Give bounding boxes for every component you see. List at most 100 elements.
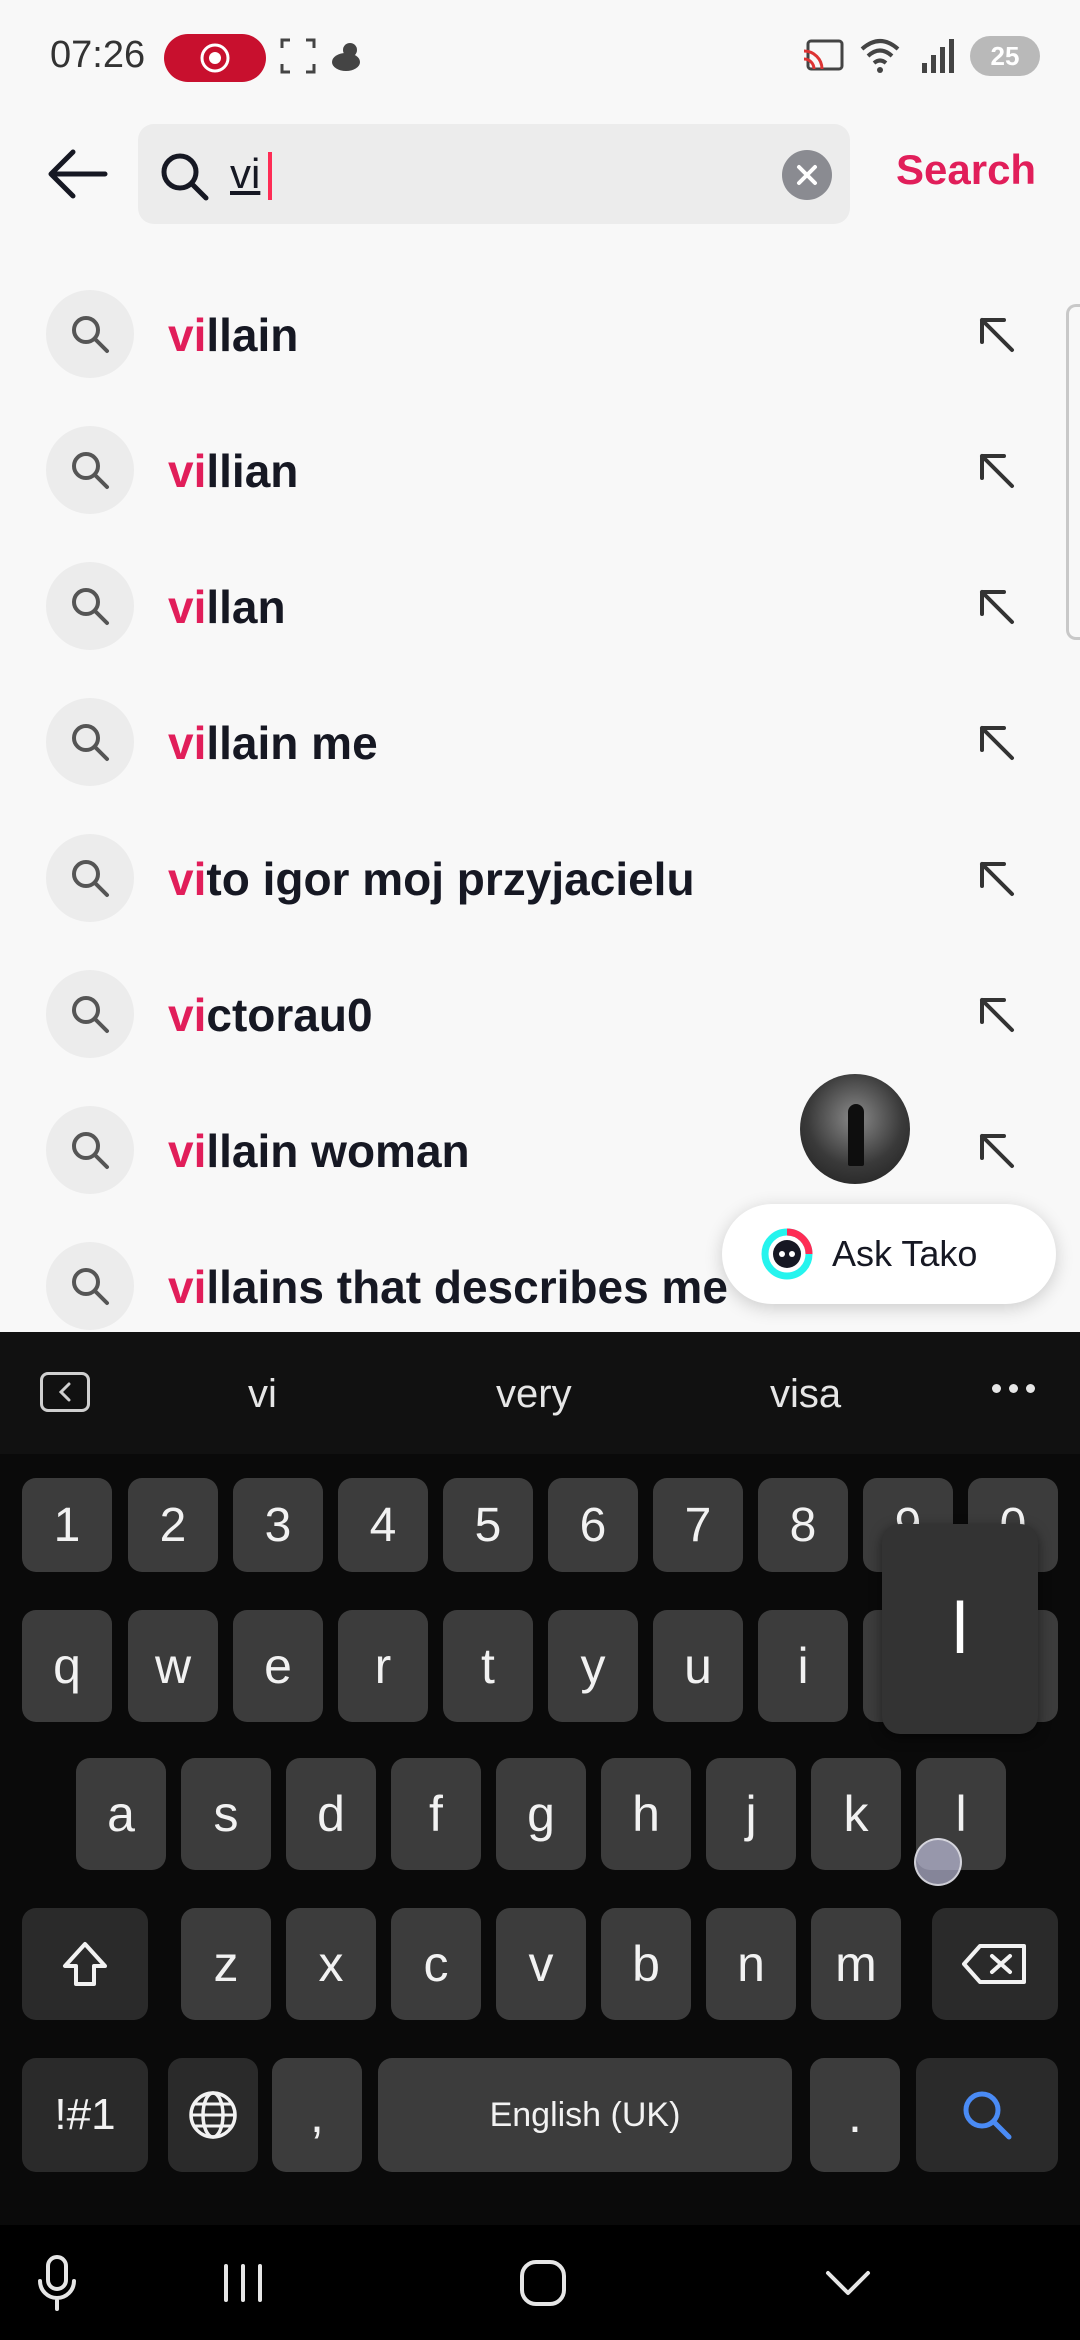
arrow-up-left-icon xyxy=(980,862,1014,896)
voice-input-button[interactable] xyxy=(32,2255,82,2311)
arrow-up-left-icon xyxy=(980,590,1014,624)
key-i[interactable]: i xyxy=(758,1610,848,1722)
key-u[interactable]: u xyxy=(653,1610,743,1722)
key-8[interactable]: 8 xyxy=(758,1478,848,1572)
fill-query-button[interactable] xyxy=(966,576,1026,636)
key-x[interactable]: x xyxy=(286,1908,376,2020)
key-y[interactable]: y xyxy=(548,1610,638,1722)
status-icons-left xyxy=(280,36,370,81)
key-e[interactable]: e xyxy=(233,1610,323,1722)
back-button[interactable] xyxy=(42,144,112,204)
key-z[interactable]: z xyxy=(181,1908,271,2020)
key-v[interactable]: v xyxy=(496,1908,586,2020)
search-box[interactable] xyxy=(138,124,850,224)
search-icon xyxy=(161,153,209,201)
key-d[interactable]: d xyxy=(286,1758,376,1870)
suggestion-item[interactable]: vito igor moj przyjacielu xyxy=(0,812,1080,948)
key-f[interactable]: f xyxy=(391,1758,481,1870)
recent-apps-icon xyxy=(224,2264,262,2302)
fill-query-button[interactable] xyxy=(966,1120,1026,1180)
suggestion-text: villian xyxy=(168,445,299,497)
suggestion-item[interactable]: villan xyxy=(0,540,1080,676)
search-icon xyxy=(46,970,134,1058)
search-icon xyxy=(963,2091,1012,2140)
key-a[interactable]: a xyxy=(76,1758,166,1870)
status-bar: 07:26 25 xyxy=(0,0,1080,116)
microphone-icon xyxy=(38,2255,76,2311)
floating-video-thumbnail[interactable] xyxy=(800,1074,910,1184)
keyboard-suggestion[interactable]: visa xyxy=(770,1372,841,1417)
fill-query-button[interactable] xyxy=(966,440,1026,500)
screen-record-indicator[interactable] xyxy=(164,34,266,82)
period-key[interactable]: . xyxy=(810,2058,900,2172)
keyboard-suggestion[interactable]: vi xyxy=(248,1372,277,1417)
suggestion-text: vito igor moj przyjacielu xyxy=(168,853,695,905)
arrow-up-left-icon xyxy=(980,454,1014,488)
key-q[interactable]: q xyxy=(22,1610,112,1722)
search-header: Search xyxy=(0,116,1080,232)
key-c[interactable]: c xyxy=(391,1908,481,2020)
suggestion-item[interactable]: villain me xyxy=(0,676,1080,812)
shift-icon xyxy=(63,1942,107,1986)
ask-tako-button[interactable]: Ask Tako xyxy=(722,1204,1056,1304)
key-g[interactable]: g xyxy=(496,1758,586,1870)
chevron-left-icon xyxy=(58,1382,71,1402)
screen-record-icon xyxy=(200,43,230,73)
weather-icon xyxy=(332,43,360,71)
key-3[interactable]: 3 xyxy=(233,1478,323,1572)
search-icon xyxy=(46,426,134,514)
clear-search-button[interactable] xyxy=(782,150,832,200)
fill-query-button[interactable] xyxy=(966,984,1026,1044)
symbols-key[interactable]: !#1 xyxy=(22,2058,148,2172)
keyboard-collapse-button[interactable] xyxy=(40,1372,90,1412)
language-key[interactable] xyxy=(168,2058,258,2172)
suggestion-list: villain villian villan villain me vito i… xyxy=(0,268,1080,1356)
search-icon xyxy=(46,1106,134,1194)
key-5[interactable]: 5 xyxy=(443,1478,533,1572)
recent-apps-button[interactable] xyxy=(218,2255,268,2311)
screenshot-icon xyxy=(280,38,316,74)
search-icon xyxy=(46,1242,134,1330)
key-s[interactable]: s xyxy=(181,1758,271,1870)
suggestion-item[interactable]: villain woman xyxy=(0,1084,1080,1220)
search-icon xyxy=(46,834,134,922)
search-icon xyxy=(46,698,134,786)
search-submit-button[interactable]: Search xyxy=(896,146,1036,194)
key-b[interactable]: b xyxy=(601,1908,691,2020)
key-h[interactable]: h xyxy=(601,1758,691,1870)
suggestion-text: villain woman xyxy=(168,1125,470,1177)
fill-query-button[interactable] xyxy=(966,848,1026,908)
key-6[interactable]: 6 xyxy=(548,1478,638,1572)
key-m[interactable]: m xyxy=(811,1908,901,2020)
backspace-key[interactable] xyxy=(932,1908,1058,2020)
key-n[interactable]: n xyxy=(706,1908,796,2020)
key-7[interactable]: 7 xyxy=(653,1478,743,1572)
space-key[interactable]: English (UK) xyxy=(378,2058,792,2172)
key-4[interactable]: 4 xyxy=(338,1478,428,1572)
key-2[interactable]: 2 xyxy=(128,1478,218,1572)
key-w[interactable]: w xyxy=(128,1610,218,1722)
search-key[interactable] xyxy=(916,2058,1058,2172)
text-caret xyxy=(268,152,272,200)
tako-logo-icon xyxy=(761,1228,813,1280)
key-r[interactable]: r xyxy=(338,1610,428,1722)
keyboard-suggestion[interactable]: very xyxy=(496,1372,572,1417)
suggestion-item[interactable]: villian xyxy=(0,404,1080,540)
home-button[interactable] xyxy=(518,2255,568,2311)
suggestion-item[interactable]: victorau0 xyxy=(0,948,1080,1084)
key-j[interactable]: j xyxy=(706,1758,796,1870)
key-k[interactable]: k xyxy=(811,1758,901,1870)
more-options-icon[interactable] xyxy=(992,1384,1035,1393)
comma-key[interactable]: , xyxy=(272,2058,362,2172)
shift-key[interactable] xyxy=(22,1908,148,2020)
close-icon xyxy=(797,165,817,185)
suggestion-item[interactable]: villain xyxy=(0,268,1080,404)
search-input[interactable] xyxy=(230,142,750,206)
arrow-up-left-icon xyxy=(980,318,1014,352)
key-1[interactable]: 1 xyxy=(22,1478,112,1572)
key-t[interactable]: t xyxy=(443,1610,533,1722)
fill-query-button[interactable] xyxy=(966,712,1026,772)
fill-query-button[interactable] xyxy=(966,304,1026,364)
suggestion-text: villan xyxy=(168,581,286,633)
hide-keyboard-button[interactable] xyxy=(822,2255,874,2311)
